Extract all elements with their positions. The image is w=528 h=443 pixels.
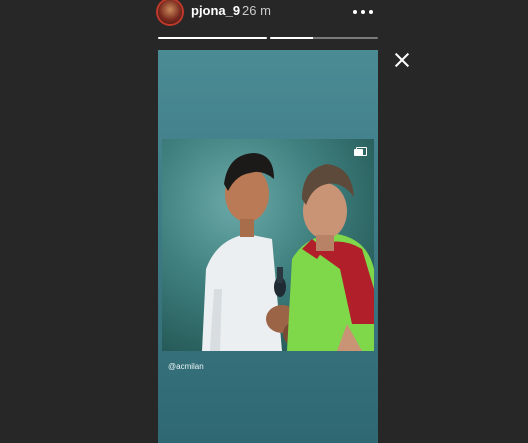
- progress-segment-2: [270, 37, 378, 39]
- story-header: pjona_9 26 m: [0, 0, 528, 28]
- more-options-icon[interactable]: [352, 0, 374, 22]
- post-image[interactable]: [162, 139, 374, 351]
- avatar[interactable]: [158, 0, 182, 24]
- multiple-images-icon: [354, 147, 367, 157]
- players-photo: [162, 139, 374, 351]
- story-frame[interactable]: @acmilan: [158, 50, 378, 443]
- story-progress: [158, 37, 378, 40]
- progress-segment-1: [158, 37, 267, 39]
- post-time: 26 m: [242, 3, 271, 18]
- username[interactable]: pjona_9: [191, 3, 240, 18]
- post-caption[interactable]: @acmilan: [168, 362, 204, 371]
- close-icon[interactable]: [391, 49, 413, 71]
